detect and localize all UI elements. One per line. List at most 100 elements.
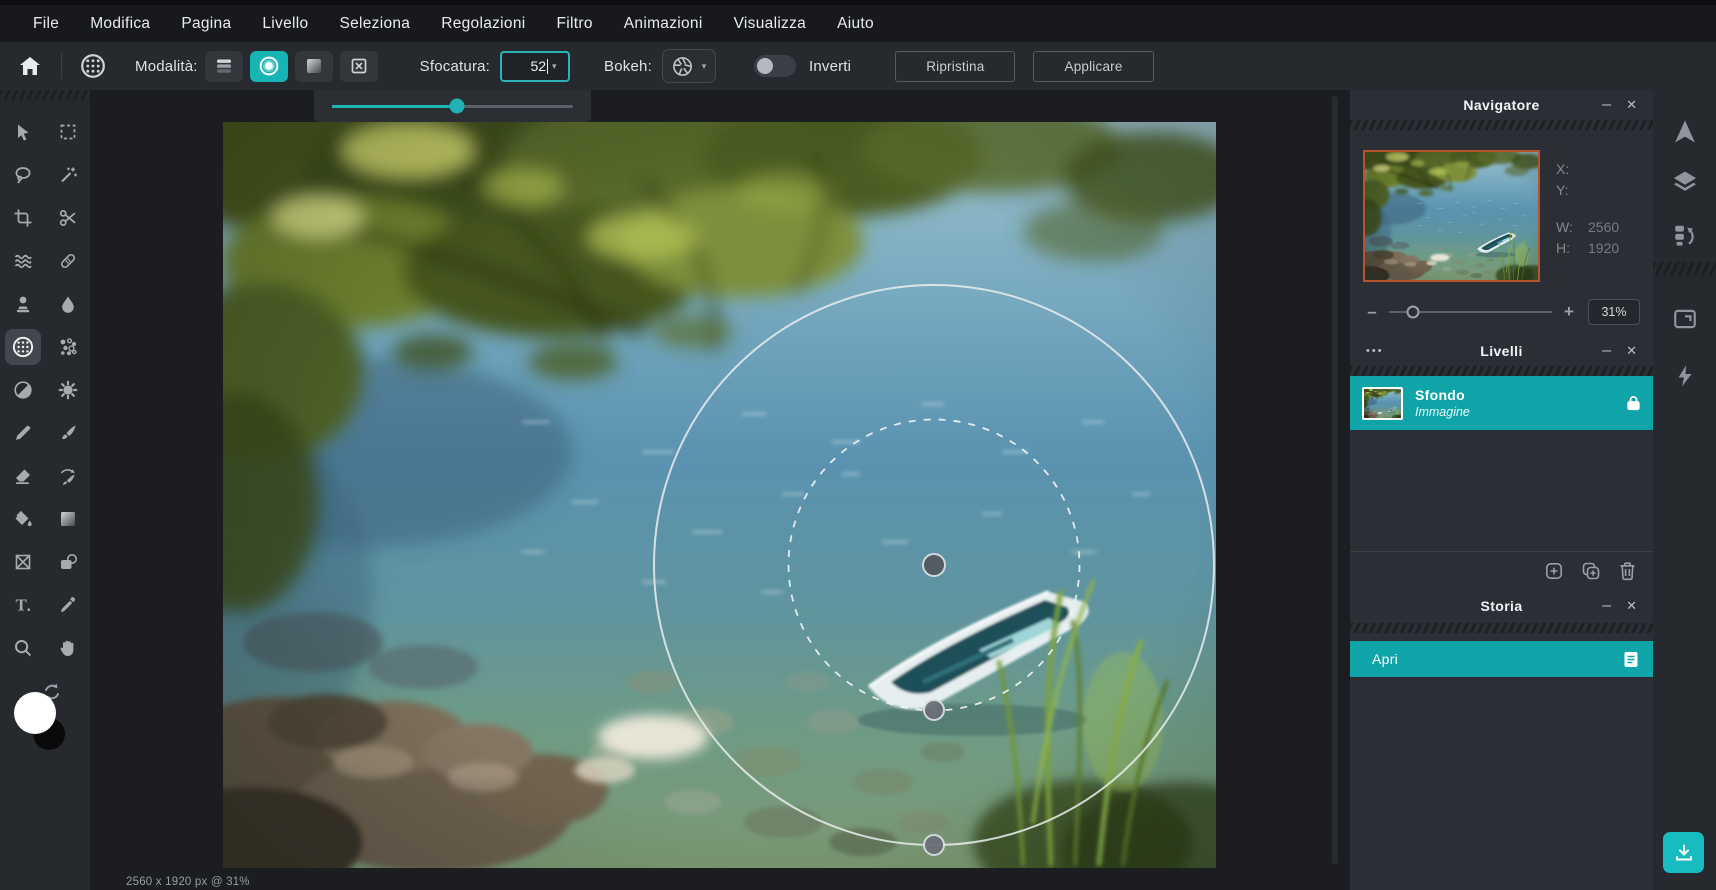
modality-label: Modalità: [135, 58, 198, 75]
tool-crop[interactable] [5, 200, 41, 236]
blur-slider-fill [332, 105, 457, 108]
tool-arrange[interactable] [5, 114, 41, 150]
navigator-panel-icon[interactable] [1671, 118, 1699, 146]
layers-minimize-button[interactable]: – [1602, 336, 1611, 366]
tool-fill[interactable] [5, 501, 41, 537]
menu-pagina[interactable]: Pagina [181, 15, 231, 33]
tool-detail-blur[interactable] [50, 286, 86, 322]
menu-regolazioni[interactable]: Regolazioni [441, 15, 525, 33]
lock-icon[interactable] [1626, 395, 1641, 411]
blur-slider-track[interactable] [332, 105, 573, 108]
panel-hatch-divider [1350, 366, 1653, 376]
history-empty-area [1350, 677, 1653, 890]
bokeh-dropdown-button[interactable]: ▾ [662, 49, 716, 83]
panel-toggle-strip [1653, 90, 1716, 890]
tool-sharpen[interactable] [50, 372, 86, 408]
canvas-vertical-scrollbar[interactable] [1332, 96, 1338, 864]
history-panel-icon[interactable] [1672, 222, 1698, 248]
add-layer-icon[interactable] [1544, 561, 1564, 581]
blur-slider-handle[interactable] [450, 99, 465, 114]
blur-value-input[interactable] [502, 58, 546, 74]
tool-draw[interactable] [5, 415, 41, 451]
zoom-out-button[interactable]: – [1363, 302, 1381, 322]
menu-file[interactable]: File [33, 15, 59, 33]
layer-row-sfondo[interactable]: Sfondo Immagine [1350, 376, 1653, 430]
focus-tool-indicator[interactable] [77, 50, 109, 82]
mode-linear-button[interactable] [205, 51, 243, 82]
y-label: Y: [1556, 182, 1588, 198]
layers-body: Sfondo Immagine [1350, 376, 1653, 589]
home-button[interactable] [14, 50, 46, 82]
mode-none-icon [349, 56, 369, 76]
invert-toggle[interactable] [754, 55, 796, 77]
mode-none-button[interactable] [340, 51, 378, 82]
w-label: W: [1556, 219, 1588, 235]
tool-marquee-select[interactable] [50, 114, 86, 150]
navigator-zoom-row: – + [1363, 296, 1640, 328]
menu-aiuto[interactable]: Aiuto [837, 15, 874, 33]
navigator-minimize-button[interactable]: – [1602, 90, 1611, 120]
tool-smudge[interactable] [50, 458, 86, 494]
navigator-close-button[interactable]: ✕ [1626, 90, 1637, 120]
tool-frame[interactable] [5, 544, 41, 580]
disperse-icon [58, 337, 78, 357]
tool-gradient[interactable] [50, 501, 86, 537]
tool-disperse[interactable] [50, 329, 86, 365]
menu-modifica[interactable]: Modifica [90, 15, 150, 33]
navigator-thumbnail[interactable] [1363, 150, 1540, 282]
aperture-icon [672, 56, 693, 77]
apply-button[interactable]: Applicare [1033, 51, 1153, 82]
tool-liquify[interactable] [5, 243, 41, 279]
tool-hand[interactable] [50, 630, 86, 666]
tool-color-picker[interactable] [50, 587, 86, 623]
tool-zoom[interactable] [5, 630, 41, 666]
history-item-apri[interactable]: Apri [1350, 641, 1653, 677]
delete-layer-icon[interactable] [1618, 561, 1637, 581]
tool-heal-wand[interactable] [50, 157, 86, 193]
menu-animazioni[interactable]: Animazioni [624, 15, 703, 33]
download-icon [1674, 843, 1694, 863]
blur-slider-popup [314, 90, 591, 122]
zoom-percent-input[interactable] [1588, 299, 1640, 325]
layers-panel-icon[interactable] [1671, 168, 1699, 196]
duplicate-layer-icon[interactable] [1581, 561, 1601, 581]
zoom-slider-track[interactable] [1389, 311, 1552, 313]
toolbar-separator [61, 53, 62, 79]
tool-dodge-burn[interactable] [5, 372, 41, 408]
drop-icon [58, 294, 78, 314]
crop-icon [13, 208, 33, 228]
blur-dropdown-arrow-icon[interactable]: ▾ [552, 61, 557, 72]
foreground-color-swatch[interactable] [14, 692, 56, 734]
mode-radial-button[interactable] [250, 51, 288, 82]
tool-eraser[interactable] [5, 458, 41, 494]
tool-focus-blur[interactable] [5, 329, 41, 365]
reset-button[interactable]: Ripristina [895, 51, 1015, 82]
download-button[interactable] [1663, 832, 1704, 873]
menu-seleziona[interactable]: Seleziona [339, 15, 410, 33]
menu-visualizza[interactable]: Visualizza [734, 15, 807, 33]
canvas-area[interactable]: 2560 x 1920 px @ 31% [90, 90, 1350, 890]
history-minimize-button[interactable]: – [1602, 589, 1611, 623]
layers-empty-area[interactable] [1350, 430, 1653, 551]
navigator-panel-header: Navigatore – ✕ [1350, 90, 1653, 120]
bokeh-dropdown-arrow-icon: ▾ [702, 61, 707, 72]
tool-cutout[interactable] [50, 200, 86, 236]
menu-livello[interactable]: Livello [262, 15, 308, 33]
document-image[interactable] [223, 122, 1216, 868]
tool-paint-brush[interactable] [50, 415, 86, 451]
zoom-in-button[interactable]: + [1560, 302, 1578, 322]
shape-icon [58, 552, 78, 572]
mode-gradient-button[interactable] [295, 51, 333, 82]
menu-filtro[interactable]: Filtro [557, 15, 593, 33]
flash-icon[interactable] [1673, 364, 1697, 388]
tool-shape[interactable] [50, 544, 86, 580]
focus-icon [12, 336, 34, 358]
tool-clone-stamp[interactable] [5, 286, 41, 322]
tool-text[interactable]: T [5, 587, 41, 623]
layers-close-button[interactable]: ✕ [1626, 336, 1637, 366]
canvas-resize-icon[interactable] [1672, 306, 1698, 332]
tool-heal[interactable] [50, 243, 86, 279]
zoom-slider-handle[interactable] [1407, 306, 1420, 319]
tool-lasso[interactable] [5, 157, 41, 193]
history-close-button[interactable]: ✕ [1626, 589, 1637, 623]
